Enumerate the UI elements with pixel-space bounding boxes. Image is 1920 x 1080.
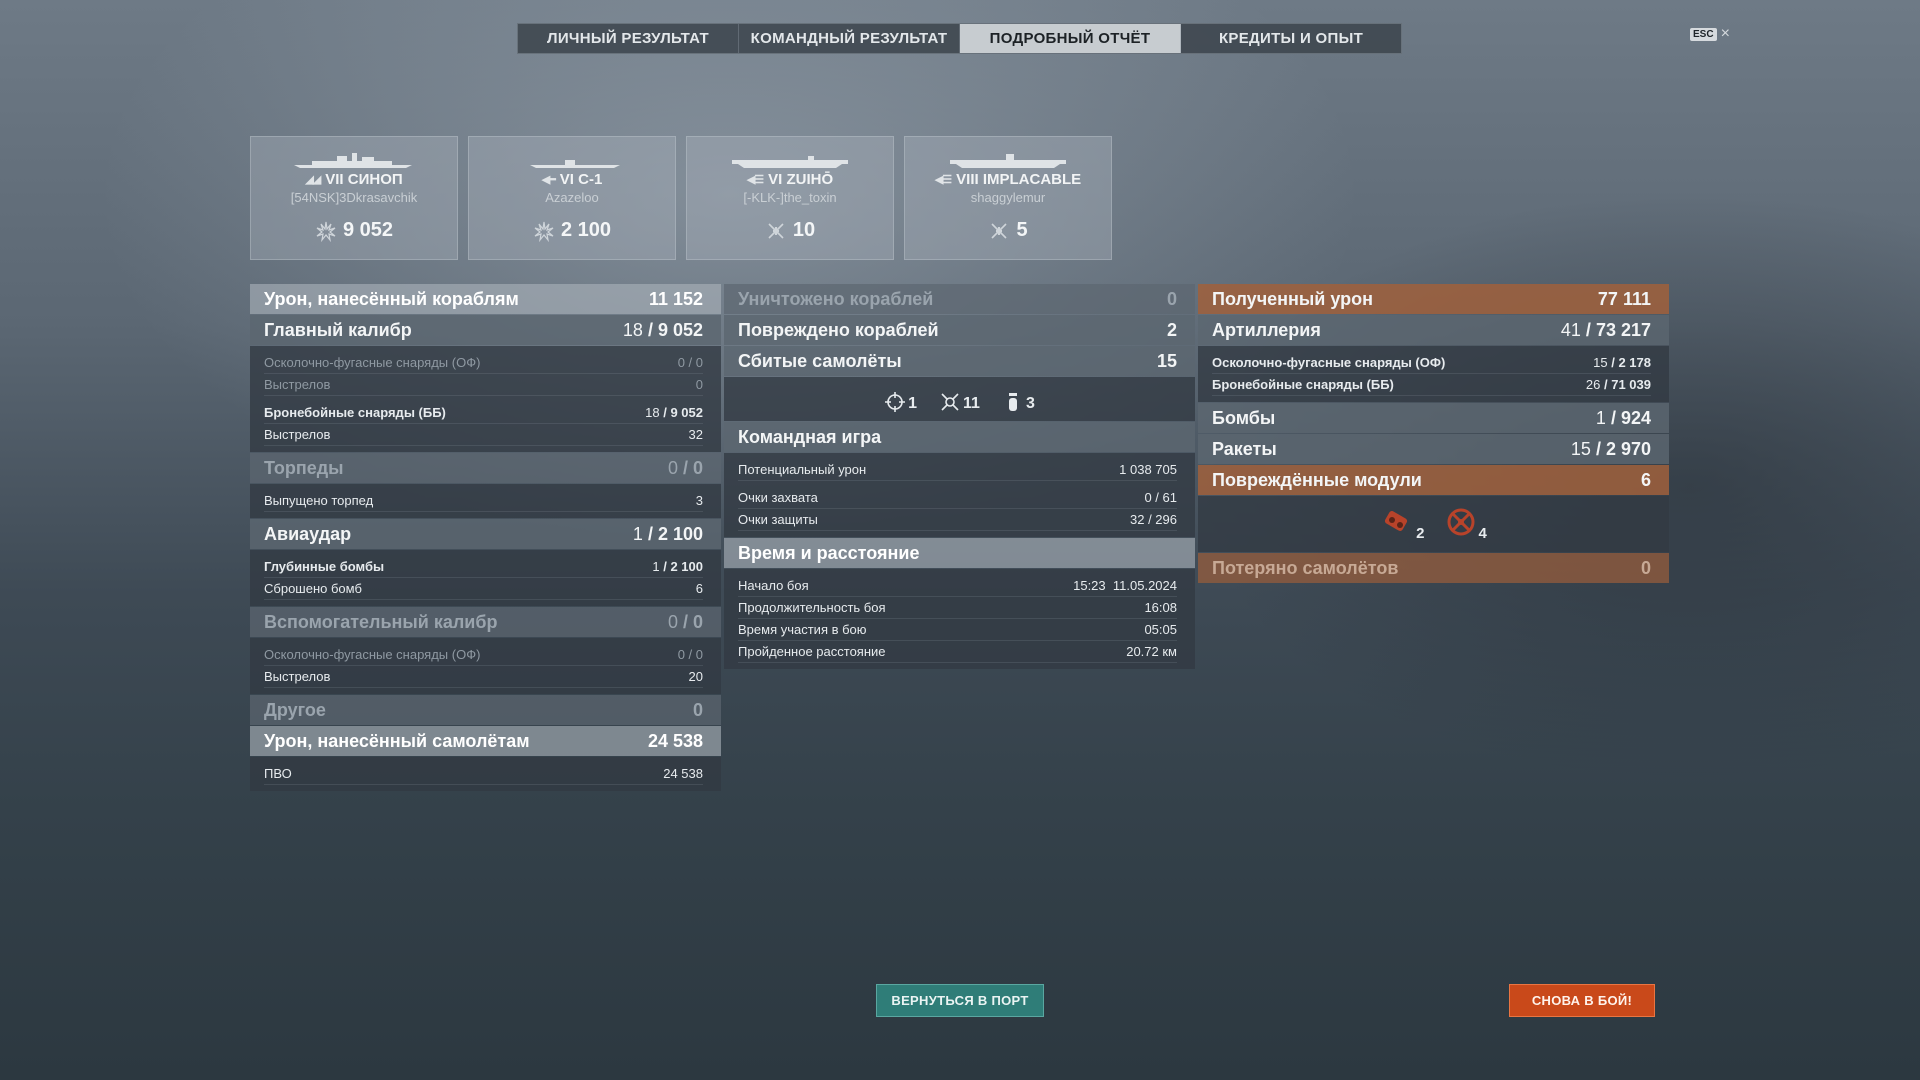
damaged-modules-breakdown: 2 4 — [1198, 496, 1669, 552]
torpedoes-details: Выпущено торпед 3 — [250, 484, 721, 518]
torpedoes-header: Торпеды 0 / 0 — [250, 453, 721, 483]
planes-shot-stat: 5 — [988, 219, 1028, 242]
ship-name: ◀☰ VI ZUIHŌ — [746, 171, 834, 188]
participation-time-row: Время участия в бою 05:05 — [738, 619, 1177, 641]
steering-module-stat: 4 — [1443, 506, 1487, 542]
esc-key-label: ESC — [1690, 27, 1717, 41]
ships-damaged-header: Повреждено кораблей 2 — [724, 315, 1195, 345]
tab-credits-xp[interactable]: КРЕДИТЫ И ОПЫТ — [1181, 24, 1401, 53]
main-battery-header: Главный калибр 18 / 9 052 — [250, 315, 721, 345]
time-distance-header: Время и расстояние — [724, 538, 1195, 568]
team-play-header: Командная игра — [724, 422, 1195, 452]
he-shots-row: Выстрелов 0 — [264, 374, 703, 396]
planes-lost-header: Потеряно самолётов 0 — [1198, 553, 1669, 583]
tab-detailed-report[interactable]: ПОДРОБНЫЙ ОТЧЁТ — [960, 24, 1181, 53]
planes-shot-stat: 10 — [765, 219, 815, 242]
ship-damage-header: Урон, нанесённый кораблям 11 152 — [250, 284, 721, 314]
team-play-details: Потенциальный урон 1 038 705 Очки захват… — [724, 453, 1195, 537]
damage-dealt-panel: Урон, нанесённый кораблям 11 152 Главный… — [250, 284, 721, 792]
secondary-battery-details: Осколочно-фугасные снаряды (ОФ) 0 / 0 Вы… — [250, 638, 721, 694]
engine-module-icon — [1385, 511, 1408, 531]
damage-burst-icon — [534, 221, 554, 242]
other-header: Другое 0 — [250, 695, 721, 725]
damage-received-panel: Полученный урон 77 111 Артиллерия 41 / 7… — [1198, 284, 1669, 584]
torpedoes-fired-row: Выпущено торпед 3 — [264, 490, 703, 512]
ship-damage-stat: 9 052 — [315, 219, 393, 242]
artillery-header: Артиллерия 41 / 73 217 — [1198, 315, 1669, 345]
ship-card[interactable]: ◀☰ VI ZUIHŌ [-KLK-]the_toxin 10 — [686, 136, 894, 260]
battle-again-button[interactable]: СНОВА В БОЙ! — [1509, 984, 1655, 1017]
battle-stats-panel: Уничтожено кораблей 0 Повреждено корабле… — [724, 284, 1195, 670]
planes-shot-down-header: Сбитые самолёты 15 — [724, 346, 1195, 376]
ship-damage-stat: 2 100 — [533, 219, 611, 242]
ship-cards: ◢◢ VII СИНОП [54NSK]3Dkrasavchik 9 052 ◀… — [250, 136, 1112, 260]
ship-name: ◢◢ VII СИНОП — [305, 171, 403, 188]
bomb-icon — [1008, 393, 1017, 411]
ships-destroyed-header: Уничтожено кораблей 0 — [724, 284, 1195, 314]
aa-row: ПВО 24 538 — [264, 763, 703, 785]
ap-shots-row: Выстрелов 32 — [264, 424, 703, 446]
received-ap-row: Бронебойные снаряды (ББ) 26 / 71 039 — [1212, 374, 1651, 396]
carrier-class-icon: ◀☰ — [746, 174, 764, 186]
carrier-class-icon: ◀☰ — [934, 174, 952, 186]
carrier-silhouette-icon — [732, 156, 848, 168]
secondary-battery-header: Вспомогательный калибр 0 / 0 — [250, 607, 721, 637]
battle-start-row: Начало боя 15:23 11.05.2024 — [738, 575, 1177, 597]
ship-name: ◀☰ VIII IMPLACABLE — [934, 171, 1082, 188]
airstrike-details: Глубинные бомбы 1 / 2 100 Сброшено бомб … — [250, 550, 721, 606]
artillery-details: Осколочно-фугасные снаряды (ОФ) 15 / 2 1… — [1198, 346, 1669, 402]
fighter-plane-icon — [941, 393, 959, 411]
defense-points-row: Очки защиты 32 / 296 — [738, 509, 1177, 531]
ship-card[interactable]: ◀━ VI C-1 Azazeloo 2 100 — [468, 136, 676, 260]
he-shells-row: Осколочно-фугасные снаряды (ОФ) 0 / 0 — [264, 352, 703, 374]
rockets-header: Ракеты 15 / 2 970 — [1198, 434, 1669, 464]
return-to-port-button[interactable]: ВЕРНУТЬСЯ В ПОРТ — [876, 984, 1044, 1017]
player-name: [-KLK-]the_toxin — [743, 190, 837, 205]
submarine-silhouette-icon — [530, 160, 620, 168]
bombs-header: Бомбы 1 / 924 — [1198, 403, 1669, 433]
potential-damage-row: Потенциальный урон 1 038 705 — [738, 459, 1177, 481]
tab-team-result[interactable]: КОМАНДНЫЙ РЕЗУЛЬТАТ — [739, 24, 960, 53]
crosshair-stat: 1 — [884, 391, 917, 413]
distance-row: Пройденное расстояние 20.72 км — [738, 641, 1177, 663]
damage-burst-icon — [316, 221, 336, 242]
plane-shot-down-icon — [768, 222, 784, 239]
bombs-dropped-row: Сброшено бомб 6 — [264, 578, 703, 600]
planes-shot-breakdown: 1 11 3 — [724, 377, 1195, 421]
main-battery-details: Осколочно-фугасные снаряды (ОФ) 0 / 0 Вы… — [250, 346, 721, 452]
secondary-shots-row: Выстрелов 20 — [264, 666, 703, 688]
battleship-class-icon: ◢◢ — [305, 174, 321, 186]
submarine-class-icon: ◀━ — [541, 174, 556, 186]
time-distance-details: Начало боя 15:23 11.05.2024 Продолжитель… — [724, 569, 1195, 669]
plane-shot-down-icon — [991, 222, 1008, 239]
results-tabs: ЛИЧНЫЙ РЕЗУЛЬТАТ КОМАНДНЫЙ РЕЗУЛЬТАТ ПОД… — [517, 23, 1402, 54]
battleship-silhouette-icon — [294, 153, 412, 168]
ship-card[interactable]: ◀☰ VIII IMPLACABLE shaggylemur 5 — [904, 136, 1112, 260]
damaged-modules-header: Повреждённые модули 6 — [1198, 465, 1669, 495]
capture-points-row: Очки захвата 0 / 61 — [738, 487, 1177, 509]
engine-module-stat: 2 — [1380, 506, 1425, 542]
airstrike-header: Авиаудар 1 / 2 100 — [250, 519, 721, 549]
fighter-stat: 11 — [939, 391, 980, 413]
player-name: Azazeloo — [545, 190, 599, 205]
ship-name: ◀━ VI C-1 — [541, 171, 603, 188]
aa-details: ПВО 24 538 — [250, 757, 721, 791]
crosshair-icon — [885, 392, 906, 412]
carrier-silhouette-icon — [950, 154, 1066, 168]
ship-card[interactable]: ◢◢ VII СИНОП [54NSK]3Dkrasavchik 9 052 — [250, 136, 458, 260]
secondary-he-row: Осколочно-фугасные снаряды (ОФ) 0 / 0 — [264, 644, 703, 666]
plane-damage-header: Урон, нанесённый самолётам 24 538 — [250, 726, 721, 756]
bomb-stat: 3 — [1002, 391, 1035, 413]
player-name: [54NSK]3Dkrasavchik — [290, 190, 418, 205]
depth-charges-row: Глубинные бомбы 1 / 2 100 — [264, 556, 703, 578]
ap-shells-row: Бронебойные снаряды (ББ) 18 / 9 052 — [264, 402, 703, 424]
steering-module-icon — [1447, 508, 1474, 536]
player-name: shaggylemur — [970, 190, 1046, 205]
battle-duration-row: Продолжительность боя 16:08 — [738, 597, 1177, 619]
close-button[interactable]: ESC × — [1690, 25, 1730, 42]
close-icon: × — [1720, 25, 1730, 42]
tab-personal-result[interactable]: ЛИЧНЫЙ РЕЗУЛЬТАТ — [518, 24, 739, 53]
received-he-row: Осколочно-фугасные снаряды (ОФ) 15 / 2 1… — [1212, 352, 1651, 374]
received-damage-header: Полученный урон 77 111 — [1198, 284, 1669, 314]
